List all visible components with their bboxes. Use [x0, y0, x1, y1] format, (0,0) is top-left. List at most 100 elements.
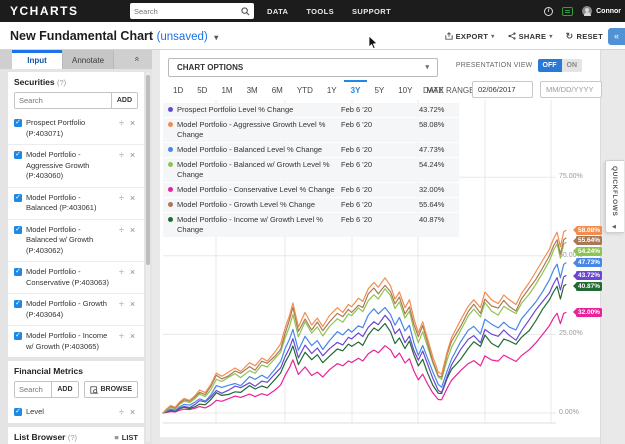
checkbox-checked-icon[interactable]: ✓: [14, 300, 22, 308]
legend-value: 32.00%: [419, 184, 445, 194]
list-browser-help-icon[interactable]: (?): [68, 433, 77, 442]
securities-help-icon[interactable]: (?): [57, 78, 66, 87]
security-item: ✓ Model Portfolio - Aggressive Growth (P:…: [8, 144, 144, 187]
legend-row[interactable]: Model Portfolio - Aggressive Growth Leve…: [163, 117, 459, 142]
range-button-5d[interactable]: 5D: [190, 80, 214, 100]
move-handle-icon[interactable]: ÷: [116, 150, 127, 160]
remove-icon[interactable]: ×: [127, 267, 138, 277]
export-button[interactable]: EXPORT ▾: [444, 32, 495, 41]
left-sidebar: Input Annotate « Securities (?) ADD ✓ Pro…: [0, 50, 152, 444]
securities-add-button[interactable]: ADD: [110, 93, 137, 108]
move-handle-icon[interactable]: ÷: [116, 407, 127, 417]
legend-row[interactable]: Prospect Portfolio Level % Change Feb 6 '…: [163, 103, 459, 117]
browse-button[interactable]: BROWSE: [83, 381, 138, 398]
value-badge-prospect: 43.72%: [572, 271, 603, 281]
move-handle-icon[interactable]: ÷: [116, 331, 127, 341]
end-date-input[interactable]: MM/DD/YYYY: [540, 81, 602, 98]
legend-name-cell: Model Portfolio - Conservative Level % C…: [163, 185, 341, 195]
collapse-panel-button[interactable]: «: [608, 28, 625, 45]
menu-tools[interactable]: TOOLS: [297, 7, 343, 16]
remove-icon[interactable]: ×: [127, 407, 138, 417]
tab-input[interactable]: Input: [12, 50, 62, 69]
sidebar-collapse-icon[interactable]: «: [132, 56, 142, 61]
tab-annotate[interactable]: Annotate: [62, 50, 114, 69]
share-caret-icon: ▾: [549, 33, 553, 40]
range-button-ytd[interactable]: YTD: [290, 80, 320, 100]
securities-search-input[interactable]: [15, 93, 111, 108]
chart-options-dropdown[interactable]: CHART OPTIONS ▾: [168, 58, 438, 77]
quickflows-arrow-icon: ◀: [612, 224, 616, 230]
metrics-search-input[interactable]: [15, 382, 52, 397]
chart-toolbar: New Fundamental Chart (unsaved) ▾ EXPORT…: [0, 22, 625, 50]
checkbox-checked-icon[interactable]: ✓: [14, 193, 22, 202]
user-menu[interactable]: Connor: [582, 6, 621, 16]
metrics-add-button[interactable]: ADD: [51, 382, 78, 397]
reset-button[interactable]: ↻ RESET: [566, 31, 603, 42]
list-button[interactable]: ≡ LIST: [114, 433, 138, 442]
legend-series-name: Model Portfolio - Balanced w/ Growth Lev…: [177, 159, 330, 179]
checkbox-checked-icon[interactable]: ✓: [14, 119, 22, 127]
title-caret-icon[interactable]: ▾: [214, 33, 218, 42]
chat-icon[interactable]: [562, 6, 574, 16]
unsaved-status: (unsaved): [156, 31, 208, 43]
sidebar-scrollbar[interactable]: [146, 72, 150, 442]
range-button-1y[interactable]: 1Y: [320, 80, 344, 100]
remove-icon[interactable]: ×: [127, 299, 138, 309]
menu-data[interactable]: DATA: [258, 7, 297, 16]
share-button[interactable]: SHARE ▾: [507, 32, 553, 41]
legend-date: Feb 6 '20: [341, 119, 373, 129]
start-date-input[interactable]: 02/06/2017: [472, 81, 533, 98]
legend-row[interactable]: Model Portfolio - Conservative Level % C…: [163, 182, 459, 197]
presentation-off-button[interactable]: OFF: [537, 59, 562, 72]
security-item-label: Prospect Portfolio (P:403071): [26, 118, 86, 138]
range-button-3y[interactable]: 3Y: [343, 80, 368, 100]
remove-icon[interactable]: ×: [127, 193, 138, 203]
search-input[interactable]: [130, 6, 241, 16]
range-button-5y[interactable]: 5Y: [367, 80, 391, 100]
security-item-label: Model Portfolio - Balanced (P:403061): [26, 192, 97, 213]
legend-dot: [168, 216, 173, 222]
move-handle-icon[interactable]: ÷: [116, 118, 127, 128]
move-handle-icon[interactable]: ÷: [116, 225, 127, 235]
checkbox-checked-icon[interactable]: ✓: [14, 332, 22, 340]
menu-support[interactable]: SUPPORT: [343, 7, 400, 16]
move-handle-icon[interactable]: ÷: [116, 193, 127, 203]
search-icon[interactable]: [241, 6, 250, 16]
range-button-1m[interactable]: 1M: [214, 80, 239, 100]
checkbox-checked-icon[interactable]: ✓: [14, 408, 22, 416]
value-badge-growth: 55.64%: [572, 236, 603, 246]
series-line-conservative[interactable]: [162, 311, 567, 414]
remove-icon[interactable]: ×: [127, 331, 138, 341]
series-line-balanced[interactable]: [162, 262, 567, 414]
range-button-10y[interactable]: 10Y: [391, 80, 419, 100]
checkbox-checked-icon[interactable]: ✓: [14, 268, 22, 276]
range-button-3m[interactable]: 3M: [240, 80, 265, 100]
value-badge-balanced: 47.73%: [572, 258, 603, 268]
chart-bottom-scroll-area[interactable]: [160, 437, 600, 444]
legend-row[interactable]: Model Portfolio - Income w/ Growth Level…: [163, 212, 459, 237]
financial-metrics-title: Financial Metrics: [14, 366, 83, 376]
remove-icon[interactable]: ×: [127, 118, 138, 128]
legend-row[interactable]: Model Portfolio - Growth Level % Change F…: [163, 197, 459, 212]
remove-icon[interactable]: ×: [127, 150, 138, 160]
range-button-6m[interactable]: 6M: [265, 80, 290, 100]
securities-title: Securities (?): [14, 77, 67, 87]
checkbox-checked-icon[interactable]: ✓: [14, 151, 22, 159]
legend-row[interactable]: Model Portfolio - Balanced w/ Growth Lev…: [163, 157, 459, 182]
legend-row[interactable]: Model Portfolio - Balanced Level % Chang…: [163, 142, 459, 157]
range-button-1d[interactable]: 1D: [166, 80, 190, 100]
remove-icon[interactable]: ×: [127, 225, 138, 235]
sidebar-scrollbar-thumb[interactable]: [146, 75, 150, 265]
legend-series-name: Model Portfolio - Aggressive Growth Leve…: [177, 119, 326, 139]
info-icon[interactable]: i: [544, 6, 554, 16]
move-handle-icon[interactable]: ÷: [116, 267, 127, 277]
checkbox-checked-icon[interactable]: ✓: [14, 225, 22, 234]
top-menu: DATA TOOLS SUPPORT: [258, 0, 400, 22]
presentation-on-button[interactable]: ON: [561, 59, 582, 72]
reset-icon: ↻: [565, 30, 574, 41]
securities-search-box: ADD: [14, 92, 138, 109]
series-line-aggressive-growth[interactable]: [162, 229, 567, 414]
quickflows-tab[interactable]: QUICKFLOWS ◀: [605, 160, 624, 233]
move-handle-icon[interactable]: ÷: [116, 299, 127, 309]
ycharts-logo[interactable]: YCHARTS: [10, 4, 79, 18]
